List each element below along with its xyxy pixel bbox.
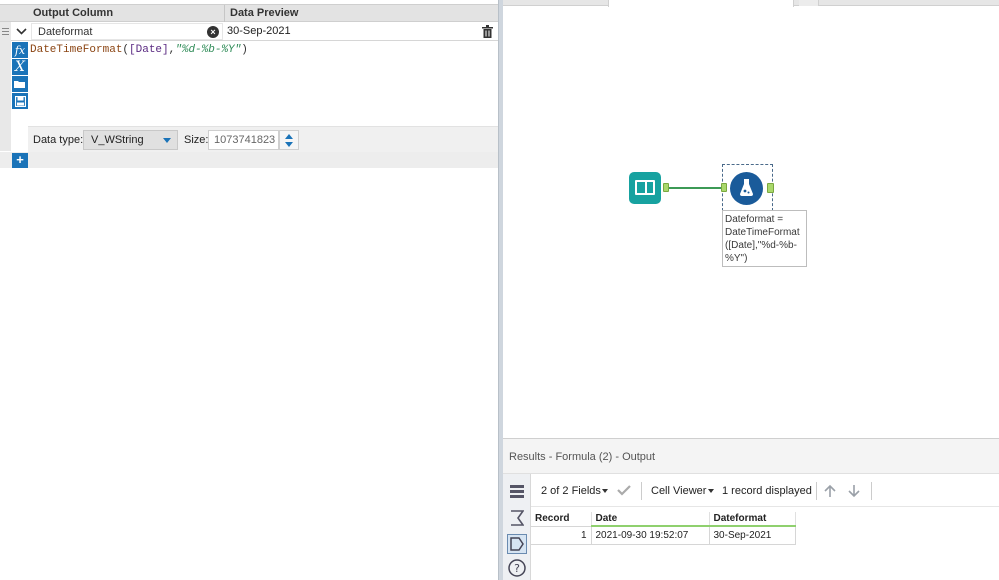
formula-config-panel: Output Column Data Preview Dateformat × …: [0, 0, 498, 580]
toolbar-separator: [816, 482, 817, 500]
dropdown-arrow-icon: [163, 138, 171, 143]
message-tag-icon[interactable]: [507, 534, 527, 554]
data-type-label: Data type:: [33, 134, 84, 146]
save-icon[interactable]: [12, 93, 28, 109]
help-icon[interactable]: ?: [507, 558, 527, 578]
fields-selector[interactable]: 2 of 2 Fields: [541, 485, 601, 497]
data-preview-value: 30-Sep-2021: [227, 25, 291, 37]
grid-header: Output Column Data Preview: [0, 4, 498, 23]
expr-function: DateTimeFormat: [30, 44, 123, 56]
expr-field: [Date]: [129, 44, 169, 56]
formula-tool[interactable]: [730, 172, 763, 205]
data-type-dropdown[interactable]: V_WString: [83, 130, 178, 150]
results-title: Results - Formula (2) - Output: [509, 451, 656, 463]
output-column-header: Output Column: [33, 7, 114, 19]
stepper-up-icon[interactable]: [285, 134, 293, 139]
size-value: 1073741823: [214, 134, 276, 146]
stepper-down-icon[interactable]: [285, 142, 293, 147]
flask-icon: [740, 179, 753, 196]
column-header-record[interactable]: Record: [531, 512, 592, 527]
column-header-date[interactable]: Date: [591, 512, 710, 527]
results-side-toolbar: ?: [503, 474, 531, 580]
variables-icon[interactable]: X: [12, 59, 28, 75]
open-folder-icon[interactable]: [12, 76, 28, 92]
checkmark-icon[interactable]: [617, 485, 631, 496]
formula-row: Dateformat × 30-Sep-2021: [0, 22, 498, 41]
output-column-value: Dateformat: [38, 26, 93, 38]
record-cell[interactable]: 1: [531, 526, 592, 545]
expression-editor[interactable]: DateTimeFormat([Date],"%d-%b-%Y"): [30, 44, 248, 56]
formula-tool-output-anchor[interactable]: [767, 183, 774, 193]
dateformat-cell[interactable]: 30-Sep-2021: [709, 526, 796, 545]
workflow-tab-active[interactable]: [608, 0, 794, 7]
toolbar-separator: [871, 482, 872, 500]
cell-viewer-button[interactable]: Cell Viewer: [651, 485, 706, 497]
table-row: 1 2021-09-30 19:52:07 30-Sep-2021: [531, 526, 796, 545]
size-label: Size:: [184, 134, 209, 146]
data-type-value: V_WString: [91, 134, 144, 146]
fields-caret-icon[interactable]: [602, 489, 608, 493]
expr-close-paren: ): [241, 44, 248, 56]
row-drag-handle-icon[interactable]: [0, 22, 11, 41]
add-formula-button[interactable]: +: [12, 153, 28, 168]
workflow-tab-strip: [503, 0, 999, 7]
tool-annotation: Dateformat = DateTimeFormat ([Date],"%d-…: [722, 210, 807, 267]
add-formula-row: +: [0, 152, 498, 168]
results-toolbar: 2 of 2 Fields Cell Viewer 1 record displ…: [531, 474, 999, 507]
row-side-strip: [0, 41, 11, 151]
header-separator: [224, 5, 225, 23]
svg-text:?: ?: [514, 562, 520, 575]
clear-icon[interactable]: ×: [207, 26, 219, 38]
size-stepper[interactable]: [279, 130, 299, 150]
output-column-field[interactable]: Dateformat ×: [31, 23, 223, 40]
table-view-icon[interactable]: [507, 482, 527, 502]
data-preview-header: Data Preview: [230, 7, 299, 19]
column-header-dateformat[interactable]: Dateformat: [709, 512, 796, 527]
expression-toolbar: fx X: [12, 42, 28, 110]
cell-viewer-caret-icon[interactable]: [708, 489, 714, 493]
trash-icon[interactable]: [482, 25, 493, 38]
connection-line[interactable]: [669, 187, 721, 189]
arrow-up-icon[interactable]: [823, 484, 837, 498]
arrow-down-icon[interactable]: [847, 484, 861, 498]
workflow-canvas[interactable]: Dateformat = DateTimeFormat ([Date],"%d-…: [503, 0, 999, 438]
results-body: ? 2 of 2 Fields Cell Viewer 1 record dis…: [503, 473, 999, 580]
expr-string: "%d-%b-%Y": [175, 44, 242, 56]
formula-tool-input-anchor[interactable]: [721, 183, 727, 192]
toolbar-separator: [641, 482, 642, 500]
size-input[interactable]: 1073741823: [208, 130, 279, 150]
chevron-down-icon[interactable]: [12, 22, 30, 41]
summary-icon[interactable]: [507, 508, 527, 528]
date-cell[interactable]: 2021-09-30 19:52:07: [591, 526, 710, 545]
results-grid: Record Date Dateformat 1 2021-09-30 19:5…: [531, 512, 796, 545]
results-window: Results - Formula (2) - Output ? 2 of 2 …: [503, 438, 999, 580]
input-data-tool[interactable]: [629, 172, 661, 204]
records-displayed: 1 record displayed: [722, 485, 812, 497]
data-type-row: Data type: V_WString Size: 1073741823: [28, 126, 498, 152]
workflow-tab[interactable]: [799, 0, 819, 6]
functions-icon[interactable]: fx: [12, 42, 28, 58]
book-icon: [635, 180, 655, 195]
